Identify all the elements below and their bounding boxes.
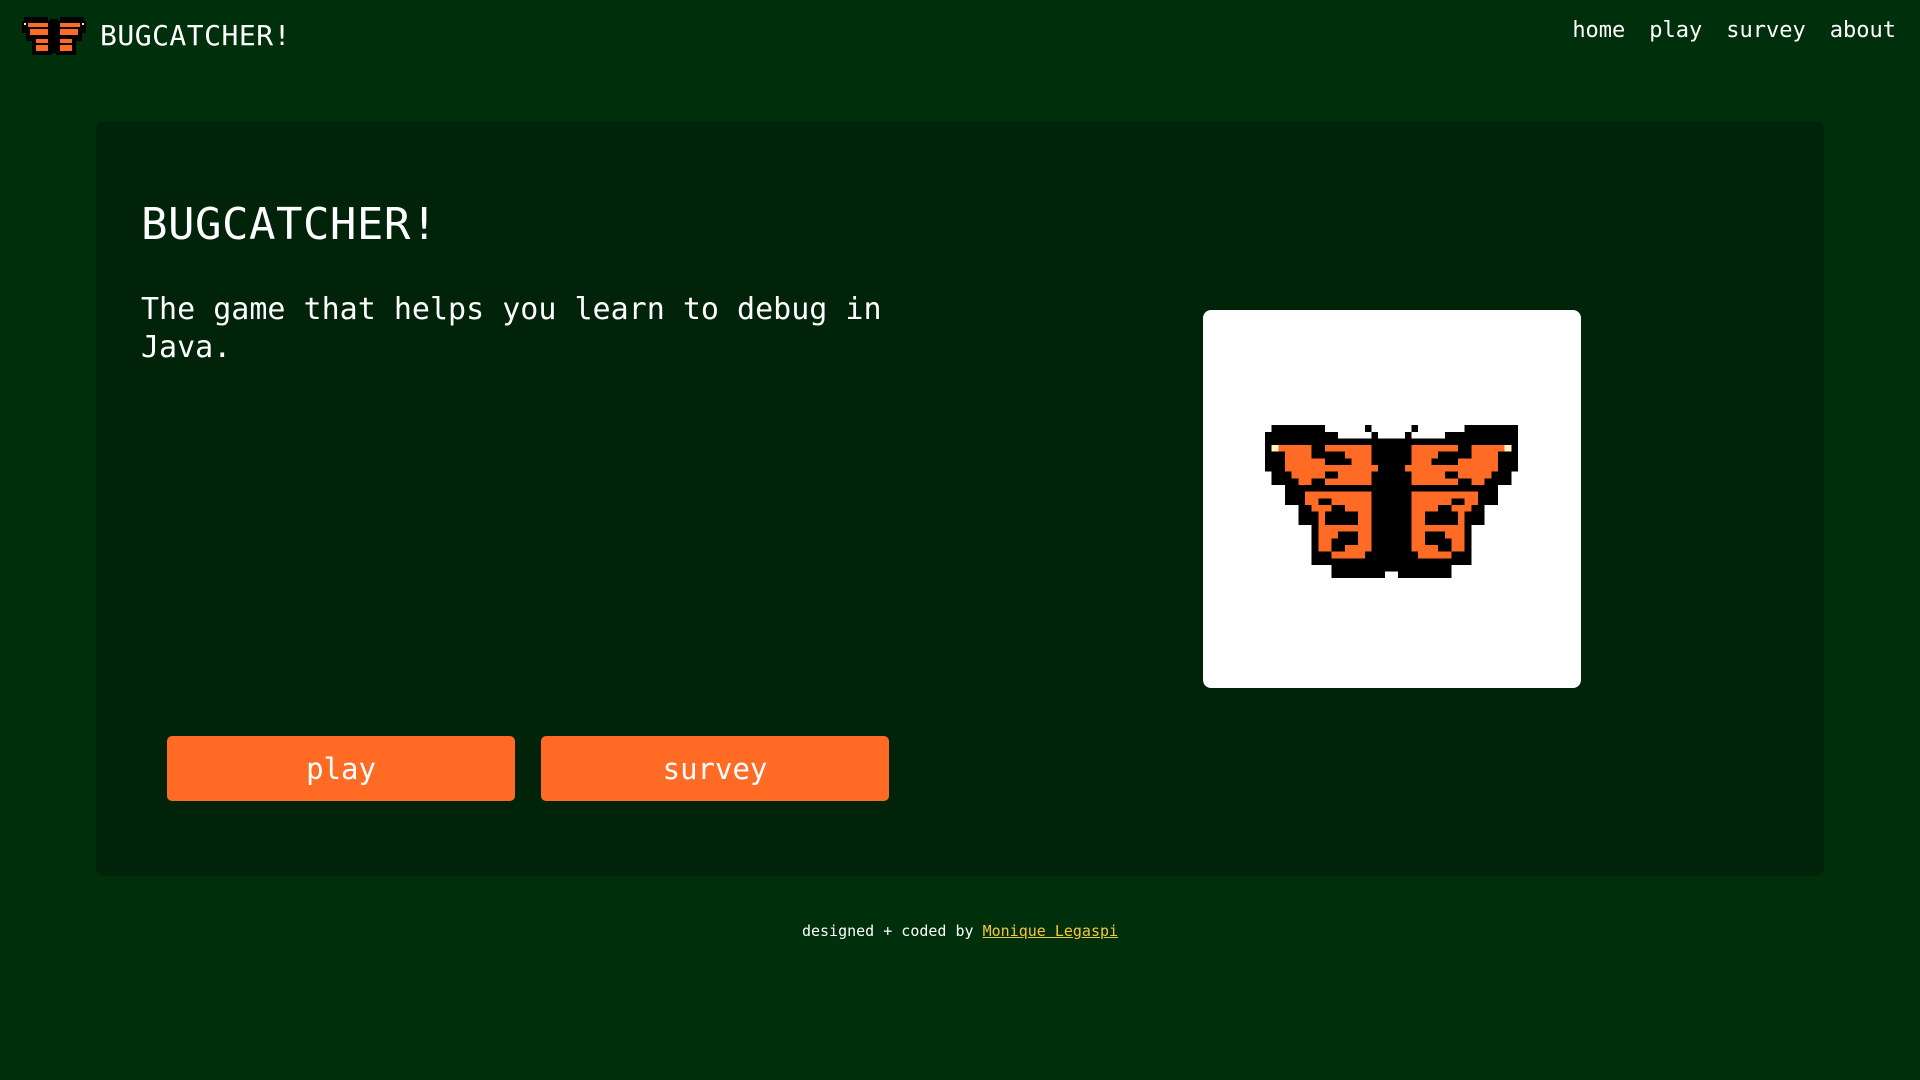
footer-credit-text: designed + coded by — [801, 922, 983, 940]
play-button[interactable]: play — [167, 736, 515, 801]
nav-link-survey[interactable]: survey — [1726, 18, 1805, 43]
nav-links: home play survey about — [1572, 18, 1896, 43]
hero-title: BUGCATCHER! — [141, 199, 438, 250]
survey-button[interactable]: survey — [541, 736, 889, 801]
pixel-butterfly-icon — [1265, 425, 1518, 579]
nav-link-about[interactable]: about — [1830, 18, 1896, 43]
hero-tagline: The game that helps you learn to debug i… — [141, 292, 882, 365]
hero-card: BUGCATCHER! The game that helps you lear… — [96, 121, 1824, 876]
brand-name: BUGCATCHER! — [100, 18, 291, 52]
butterfly-logo-icon — [22, 17, 86, 55]
footer-author-link[interactable]: Monique Legaspi — [983, 922, 1118, 940]
footer: designed + coded by Monique Legaspi — [0, 922, 1920, 940]
navbar: BUGCATCHER! home play survey about — [0, 0, 1920, 72]
nav-link-home[interactable]: home — [1572, 18, 1625, 43]
brand-link[interactable]: BUGCATCHER! — [22, 13, 291, 57]
nav-link-play[interactable]: play — [1649, 18, 1702, 43]
hero-image-card — [1203, 310, 1581, 688]
